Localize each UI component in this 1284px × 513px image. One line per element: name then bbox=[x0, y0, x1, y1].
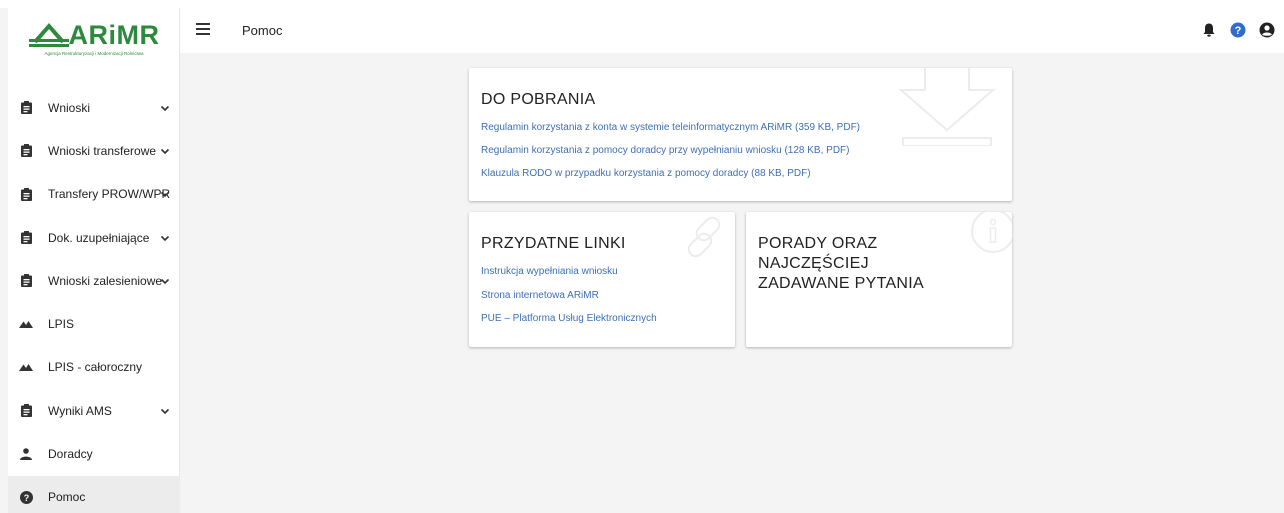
faq-title-line: ZADAWANE PYTANIA bbox=[758, 275, 925, 292]
chevron-down-icon bbox=[160, 235, 170, 241]
sidebar-item-label: Pomoc bbox=[48, 490, 86, 505]
sidebar-item-label: LPIS - całoroczny bbox=[48, 360, 143, 375]
help-circle-icon[interactable]: ? bbox=[1230, 22, 1246, 38]
svg-text:?: ? bbox=[1235, 25, 1242, 37]
link-strona-arimr[interactable]: Strona internetowa ARiMR bbox=[481, 290, 599, 301]
logo-icon bbox=[28, 22, 69, 47]
sidebar-item-transfery-prow-wpr[interactable]: Transfery PROW/WPR bbox=[8, 173, 180, 216]
svg-text:?: ? bbox=[23, 493, 29, 503]
sidebar-item-label: LPIS bbox=[48, 317, 75, 332]
account-circle-icon[interactable] bbox=[1259, 22, 1275, 38]
sidebar-item-label: Wnioski bbox=[48, 100, 91, 115]
sidebar-item-wyniki-ams[interactable]: Wyniki AMS bbox=[8, 389, 180, 432]
faq-title-line: PORADY ORAZ bbox=[758, 235, 878, 252]
sidebar-item-dok-uzupelniajace[interactable]: Dok. uzupełniające bbox=[8, 216, 180, 259]
sidebar-item-label: Dok. uzupełniające bbox=[48, 230, 150, 245]
useful-links-title: PRZYDATNE LINKI bbox=[481, 235, 626, 252]
logo-subtitle: Agencja Restrukturyzacji i Modernizacji … bbox=[44, 50, 144, 56]
chevron-down-icon bbox=[160, 148, 170, 155]
clipboard-icon bbox=[19, 231, 33, 245]
clipboard-icon bbox=[19, 101, 33, 115]
sidebar-item-pomoc[interactable]: ? Pomoc bbox=[8, 475, 180, 513]
logo-text: ARiMR bbox=[68, 19, 160, 50]
clipboard-icon bbox=[19, 404, 33, 418]
help-circle-icon: ? bbox=[19, 490, 33, 504]
sidebar-item-wnioski[interactable]: Wnioski bbox=[8, 86, 180, 129]
sidebar-item-lpis-caloroczny[interactable]: LPIS - całoroczny bbox=[8, 346, 180, 389]
sidebar-item-lpis[interactable]: LPIS bbox=[8, 302, 180, 345]
sidebar-item-label: Wyniki AMS bbox=[48, 403, 112, 418]
top-strip bbox=[0, 0, 1284, 8]
bell-icon[interactable] bbox=[1201, 22, 1217, 38]
clipboard-icon bbox=[19, 187, 33, 201]
clipboard-icon bbox=[19, 274, 33, 288]
clipboard-icon bbox=[19, 144, 33, 158]
link-pue[interactable]: PUE – Platforma Usług Elektronicznych bbox=[481, 313, 657, 324]
logo[interactable]: ARiMR Agencja Restrukturyzacji i Moderni… bbox=[8, 8, 180, 68]
faq-title: PORADY ORAZ NAJCZĘŚCIEJ ZADAWANE PYTANIA bbox=[758, 234, 924, 294]
mountains-icon bbox=[19, 317, 33, 331]
chevron-down-icon bbox=[160, 105, 170, 111]
faq-card[interactable]: PORADY ORAZ NAJCZĘŚCIEJ ZADAWANE PYTANIA bbox=[746, 212, 1012, 347]
chevron-down-icon bbox=[160, 408, 170, 414]
download-link-regulamin-konta[interactable]: Regulamin korzystania z konta w systemie… bbox=[481, 122, 860, 133]
download-link-klauzula-rodo[interactable]: Klauzula RODO w przypadku korzystania z … bbox=[481, 168, 811, 179]
link-icon bbox=[687, 216, 721, 258]
chevron-down-icon bbox=[160, 278, 170, 284]
useful-links-card: PRZYDATNE LINKI Instrukcja wypełniania w… bbox=[469, 212, 735, 347]
faq-title-line: NAJCZĘŚCIEJ bbox=[758, 255, 869, 272]
mountains-icon bbox=[19, 360, 33, 374]
page-title: Pomoc bbox=[242, 23, 283, 38]
download-icon bbox=[898, 68, 996, 146]
download-link-regulamin-doradcy[interactable]: Regulamin korzystania z pomocy doradcy p… bbox=[481, 145, 850, 156]
link-instrukcja[interactable]: Instrukcja wypełniania wniosku bbox=[481, 266, 618, 277]
sidebar-item-label: Wnioski zalesieniowe bbox=[48, 273, 163, 288]
sidebar-item-label: Transfery PROW/WPR bbox=[48, 187, 171, 202]
downloads-card: DO POBRANIA Regulamin korzystania z kont… bbox=[469, 68, 1012, 201]
sidebar-nav: Wnioski Wnioski transferowe Transfery PR… bbox=[8, 86, 180, 513]
person-icon bbox=[19, 447, 33, 461]
downloads-title: DO POBRANIA bbox=[481, 91, 596, 108]
top-bar: Pomoc ? bbox=[180, 8, 1284, 53]
hamburger-menu-icon[interactable] bbox=[196, 23, 210, 35]
sidebar: ARiMR Agencja Restrukturyzacji i Moderni… bbox=[8, 8, 180, 513]
sidebar-item-label: Doradcy bbox=[48, 447, 93, 462]
sidebar-item-doradcy[interactable]: Doradcy bbox=[8, 432, 180, 475]
sidebar-item-label: Wnioski transferowe bbox=[48, 143, 157, 158]
sidebar-item-wnioski-transferowe[interactable]: Wnioski transferowe bbox=[8, 129, 180, 172]
info-icon bbox=[971, 212, 1012, 253]
sidebar-item-wnioski-zalesieniowe[interactable]: Wnioski zalesieniowe bbox=[8, 259, 180, 302]
chevron-down-icon bbox=[160, 192, 170, 198]
